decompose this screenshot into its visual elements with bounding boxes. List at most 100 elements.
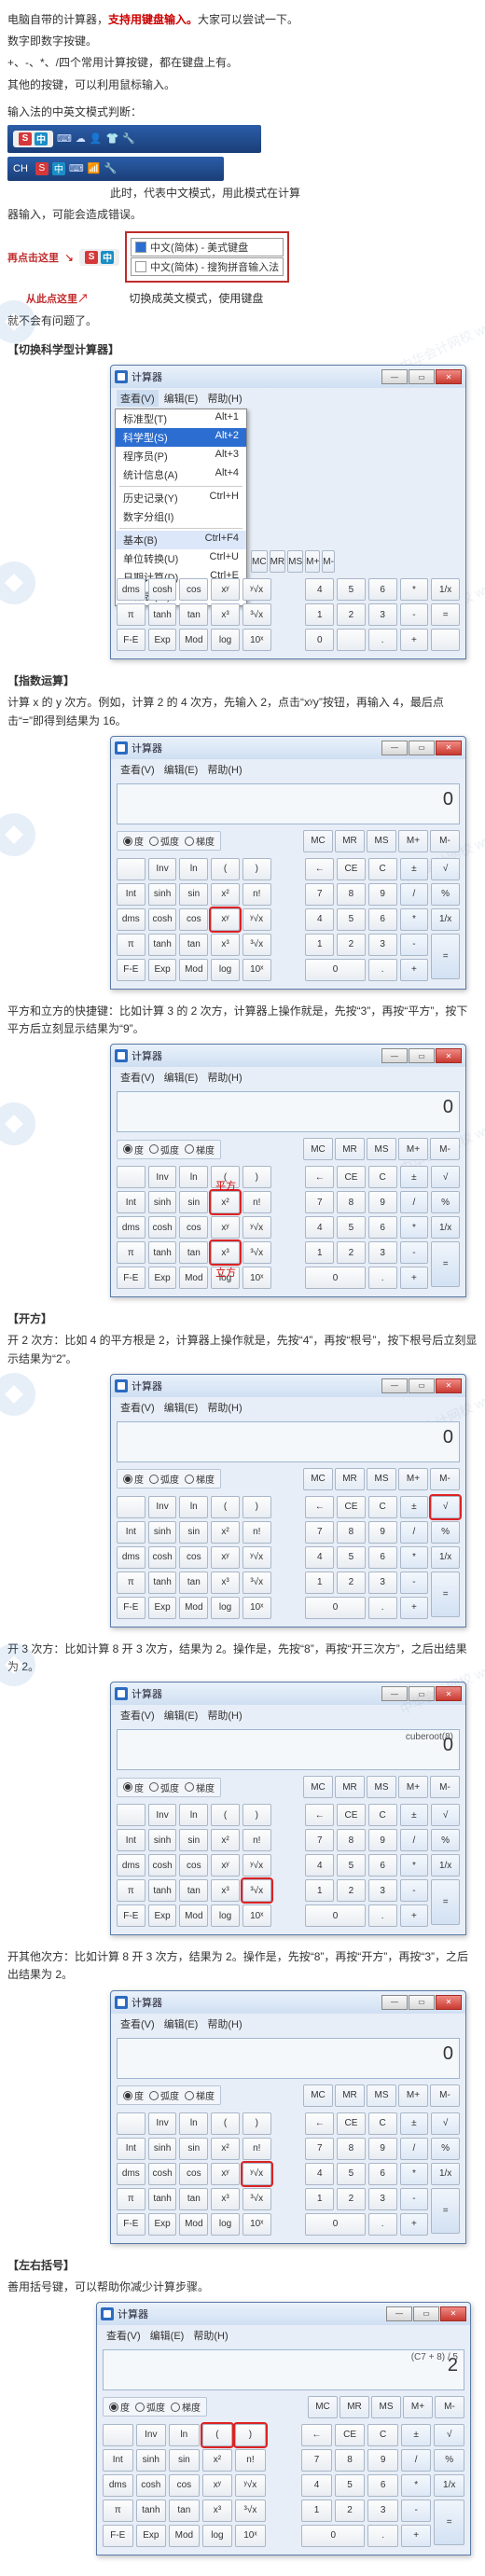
angle-deg[interactable]: 度 bbox=[123, 1472, 144, 1486]
menu-view[interactable]: 查看(V) bbox=[103, 2327, 145, 2344]
key-m-[interactable]: M- bbox=[430, 2084, 460, 2107]
key-cos[interactable]: cos bbox=[179, 2163, 208, 2185]
key-ms[interactable]: MS bbox=[367, 1468, 396, 1490]
key-√[interactable]: √ bbox=[431, 858, 460, 880]
key-F-E[interactable]: F-E bbox=[117, 1904, 146, 1927]
key-√[interactable]: √ bbox=[434, 2424, 464, 2446]
max-button[interactable]: ▭ bbox=[413, 2306, 439, 2321]
key-x³[interactable]: x³ bbox=[211, 1572, 240, 1594]
key-x²[interactable]: x² bbox=[202, 2449, 233, 2472]
key-*[interactable]: * bbox=[401, 2474, 432, 2497]
key-←[interactable]: ← bbox=[305, 2112, 334, 2135]
key-m-[interactable]: M- bbox=[430, 1138, 460, 1160]
key-mr[interactable]: MR bbox=[335, 1468, 365, 1490]
key-ʸ√x[interactable]: ʸ√x bbox=[242, 578, 271, 601]
key-cosh[interactable]: cosh bbox=[148, 908, 177, 931]
key-sinh[interactable]: sinh bbox=[148, 883, 177, 906]
key-x³[interactable]: x³立方 bbox=[211, 1241, 240, 1264]
key-←[interactable]: ← bbox=[305, 858, 334, 880]
key-)[interactable]: ) bbox=[242, 858, 271, 880]
key-tanh[interactable]: tanh bbox=[148, 603, 177, 626]
key-cosh[interactable]: cosh bbox=[148, 2163, 177, 2185]
key-%[interactable]: % bbox=[434, 2449, 464, 2472]
menu-view[interactable]: 查看(V) bbox=[117, 2015, 159, 2032]
key-2[interactable]: 2 bbox=[337, 1572, 366, 1594]
key-cos[interactable]: cos bbox=[179, 1546, 208, 1569]
key-5[interactable]: 5 bbox=[337, 1546, 366, 1569]
key-F-E[interactable]: F-E bbox=[117, 1597, 146, 1619]
key-m+[interactable]: M+ bbox=[398, 830, 428, 852]
key-sinh[interactable]: sinh bbox=[136, 2449, 167, 2472]
key-π[interactable]: π bbox=[117, 934, 146, 956]
key-³√x[interactable]: ³√x bbox=[242, 2188, 271, 2210]
key-mc[interactable]: MC bbox=[303, 830, 333, 852]
menu-help[interactable]: 帮助(H) bbox=[189, 2327, 231, 2344]
key-0[interactable]: 0 bbox=[305, 1267, 365, 1289]
key-([interactable]: ( bbox=[211, 2112, 240, 2135]
key-4[interactable]: 4 bbox=[301, 2474, 332, 2497]
key-)[interactable]: ) bbox=[242, 1496, 271, 1518]
key-ln[interactable]: ln bbox=[179, 1166, 208, 1188]
key-mc[interactable]: MC bbox=[251, 550, 268, 573]
angle-grad[interactable]: 梯度 bbox=[185, 1780, 215, 1794]
key-³√x[interactable]: ³√x bbox=[242, 934, 271, 956]
key-4[interactable]: 4 bbox=[305, 1216, 334, 1239]
key-³√x[interactable]: ³√x bbox=[242, 1879, 271, 1902]
key-tan[interactable]: tan bbox=[179, 934, 208, 956]
key-Mod[interactable]: Mod bbox=[179, 629, 208, 651]
key-1[interactable]: 1 bbox=[301, 2500, 332, 2522]
menu-edit[interactable]: 编辑(E) bbox=[160, 390, 202, 407]
key-x²[interactable]: x² bbox=[211, 1829, 240, 1851]
min-button[interactable]: — bbox=[381, 1048, 408, 1063]
key-±[interactable]: ± bbox=[400, 1496, 429, 1518]
key-cosh[interactable]: cosh bbox=[148, 1546, 177, 1569]
key-xʸ[interactable]: xʸ bbox=[211, 1546, 240, 1569]
key-CE[interactable]: CE bbox=[337, 1166, 366, 1188]
key-*[interactable]: * bbox=[400, 578, 429, 601]
angle-deg[interactable]: 度 bbox=[109, 2400, 130, 2414]
key-cosh[interactable]: cosh bbox=[136, 2474, 167, 2497]
key-tanh[interactable]: tanh bbox=[136, 2500, 167, 2522]
angle-grad[interactable]: 梯度 bbox=[185, 1143, 215, 1156]
angle-rad[interactable]: 弧度 bbox=[149, 1143, 179, 1156]
key-Exp[interactable]: Exp bbox=[148, 1267, 177, 1289]
key-([interactable]: ( bbox=[211, 1496, 240, 1518]
key-m-[interactable]: M- bbox=[430, 1776, 460, 1798]
key-tan[interactable]: tan bbox=[169, 2500, 200, 2522]
menu-help[interactable]: 帮助(H) bbox=[203, 390, 245, 407]
key-ʸ√x[interactable]: ʸ√x bbox=[242, 2163, 271, 2185]
key-4[interactable]: 4 bbox=[305, 1546, 334, 1569]
menu-statistics[interactable]: 统计信息(A)Alt+4 bbox=[116, 465, 246, 484]
angle-rad[interactable]: 弧度 bbox=[149, 2088, 179, 2102]
menu-edit[interactable]: 编辑(E) bbox=[146, 2327, 188, 2344]
key-F-E[interactable]: F-E bbox=[117, 2213, 146, 2236]
max-button[interactable]: ▭ bbox=[409, 741, 435, 755]
key-=[interactable]: = bbox=[431, 1879, 460, 1925]
key-2[interactable]: 2 bbox=[337, 603, 366, 626]
key-xʸ[interactable]: xʸ bbox=[211, 1216, 240, 1239]
key-0[interactable]: 0 bbox=[305, 1904, 365, 1927]
menu-edit[interactable]: 编辑(E) bbox=[160, 1399, 202, 1416]
key-ms[interactable]: MS bbox=[367, 2084, 396, 2107]
angle-rad[interactable]: 弧度 bbox=[149, 1780, 179, 1794]
key-Mod[interactable]: Mod bbox=[179, 959, 208, 981]
key-10ˣ[interactable]: 10ˣ bbox=[242, 2213, 271, 2236]
key-ms[interactable]: MS bbox=[367, 1138, 396, 1160]
key-*[interactable]: * bbox=[400, 1546, 429, 1569]
key-ms[interactable]: MS bbox=[367, 830, 396, 852]
key-ʸ√x[interactable]: ʸ√x bbox=[242, 908, 271, 931]
key-6[interactable]: 6 bbox=[368, 1216, 397, 1239]
key-F-E[interactable]: F-E bbox=[103, 2525, 133, 2547]
key-+[interactable]: + bbox=[400, 1904, 429, 1927]
key-Inv[interactable]: Inv bbox=[148, 858, 177, 880]
key-5[interactable]: 5 bbox=[337, 2163, 366, 2185]
key-CE[interactable]: CE bbox=[335, 2424, 366, 2446]
key-³√x[interactable]: ³√x bbox=[242, 1572, 271, 1594]
key-/[interactable]: / bbox=[400, 1191, 429, 1213]
min-button[interactable]: — bbox=[386, 2306, 412, 2321]
key-.[interactable]: . bbox=[368, 1597, 397, 1619]
key-x²[interactable]: x² bbox=[211, 883, 240, 906]
key-√[interactable]: √ bbox=[431, 2112, 460, 2135]
key-ʸ√x[interactable]: ʸ√x bbox=[242, 1216, 271, 1239]
key-sin[interactable]: sin bbox=[179, 1521, 208, 1544]
